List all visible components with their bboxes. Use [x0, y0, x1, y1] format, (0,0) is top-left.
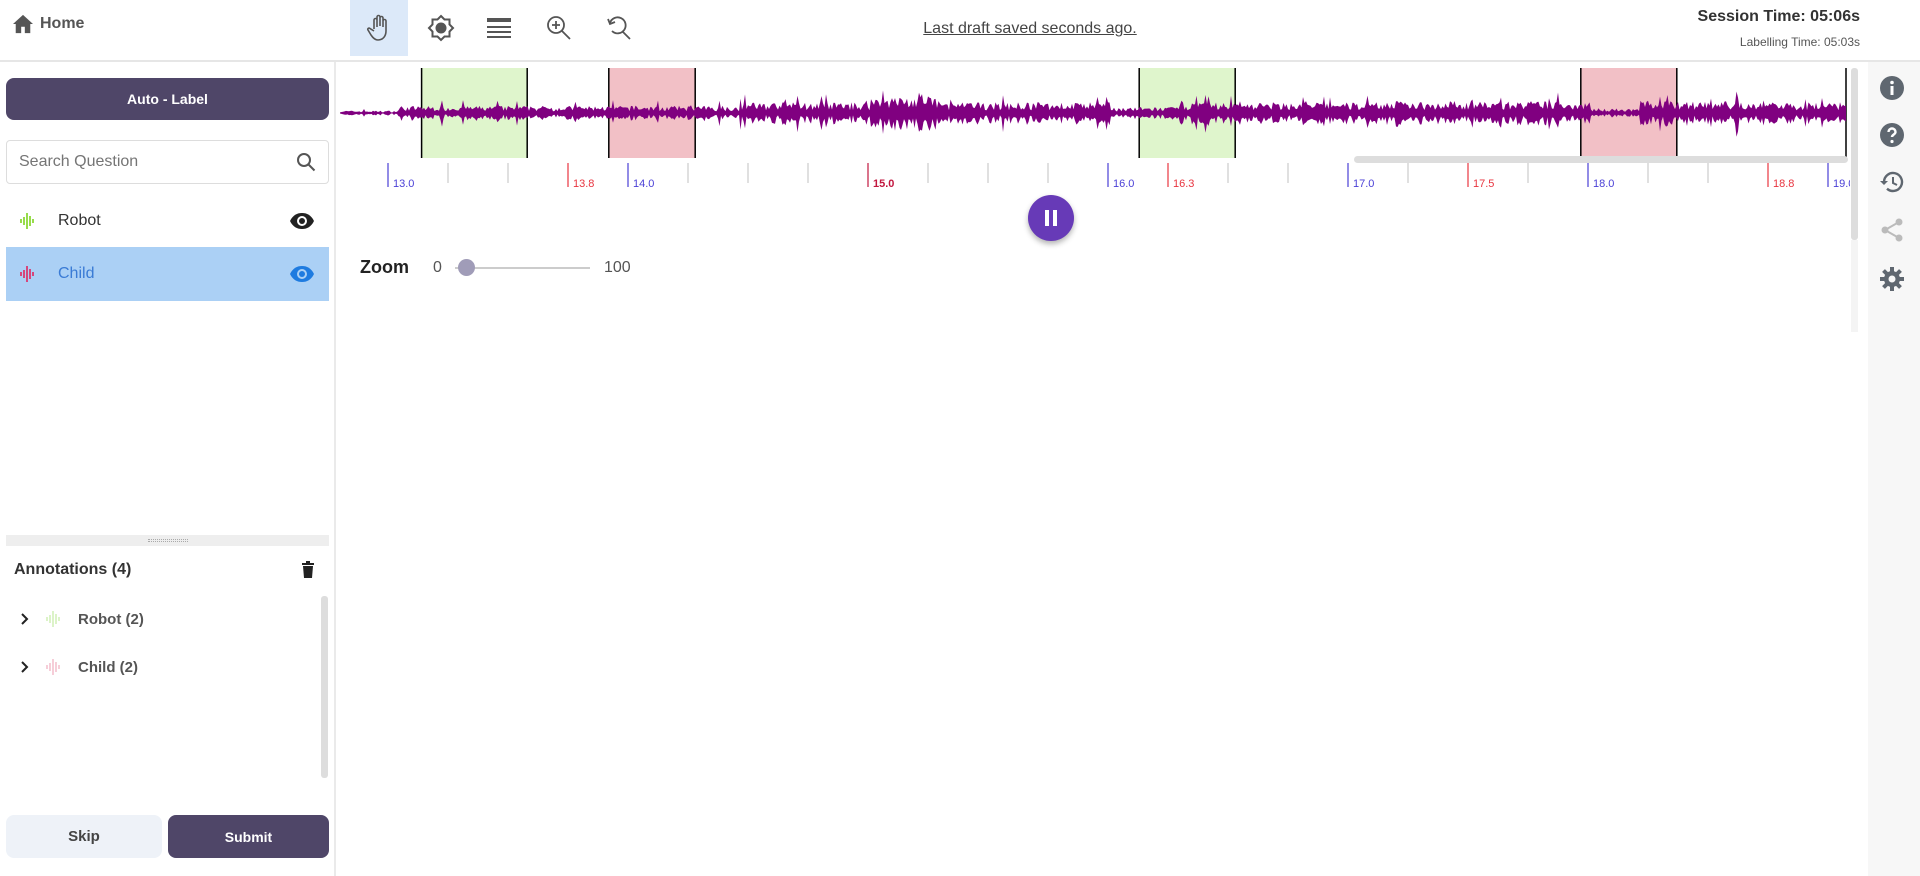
label-name: Robot — [58, 211, 101, 229]
ruler-tick-label: 14.0 — [633, 178, 654, 190]
annotations-scrollbar[interactable] — [321, 596, 328, 778]
ruler-tick-label: 15.0 — [873, 178, 894, 190]
visibility-eye-icon[interactable] — [289, 265, 315, 283]
hand-icon — [367, 14, 387, 41]
brightness-icon — [427, 14, 455, 42]
scrollbar-track — [1851, 240, 1858, 332]
pause-button[interactable] — [1028, 195, 1074, 241]
audio-wave-icon — [46, 611, 60, 627]
menu-lines-icon — [487, 18, 511, 38]
chevron-right-icon[interactable] — [20, 660, 30, 674]
help-icon[interactable] — [1880, 123, 1904, 147]
history-icon[interactable] — [1880, 170, 1904, 194]
rows-button[interactable] — [470, 0, 528, 56]
zoom-in-icon — [547, 16, 571, 40]
ruler-tick-label: 18.0 — [1593, 178, 1614, 190]
annotations-title: Annotations (4) — [14, 561, 132, 578]
home-link[interactable]: Home — [12, 14, 84, 34]
zoom-slider-track[interactable] — [455, 267, 590, 269]
ruler-tick-label: 19.0 — [1833, 178, 1850, 190]
search-box — [6, 140, 329, 184]
grip-icon — [147, 539, 188, 542]
session-time: Session Time: 05:06s — [1697, 8, 1860, 25]
trash-icon[interactable] — [300, 561, 316, 579]
brightness-button[interactable] — [412, 0, 470, 56]
timeline-ruler: 13.0 13.8 14.0 15.0 16.0 16.3 17.0 17.5 18.0 18.8… — [387, 163, 1850, 190]
audio-wave-icon — [20, 212, 34, 229]
search-icon[interactable] — [296, 152, 316, 172]
ruler-tick-label: 17.0 — [1353, 178, 1374, 190]
zoom-reset-button[interactable] — [590, 0, 648, 56]
info-icon[interactable] — [1880, 76, 1904, 100]
annotation-group-label: Robot (2) — [78, 610, 144, 628]
label-item-child[interactable]: Child — [6, 247, 329, 301]
label-name: Child — [58, 265, 95, 282]
waveform-vertical-scrollbar[interactable] — [1851, 68, 1858, 240]
auto-label-button[interactable]: Auto - Label — [6, 78, 329, 120]
visibility-eye-icon[interactable] — [289, 212, 315, 230]
zoom-label: Zoom — [360, 257, 409, 277]
waveform[interactable] — [340, 68, 1848, 158]
home-icon — [13, 14, 33, 34]
annotation-group-robot[interactable]: Robot (2) — [20, 610, 144, 628]
annotation-group-label: Child (2) — [78, 658, 138, 676]
ruler-tick-label: 17.5 — [1473, 178, 1494, 190]
pause-icon — [1045, 210, 1057, 226]
sidebar — [0, 62, 336, 876]
panel-resize-handle[interactable] — [6, 535, 329, 546]
hand-tool-button[interactable] — [350, 0, 408, 56]
chevron-right-icon[interactable] — [20, 612, 30, 626]
zoom-slider-thumb[interactable] — [458, 259, 475, 276]
skip-button[interactable]: Skip — [6, 815, 162, 858]
share-icon[interactable] — [1880, 218, 1904, 242]
ruler-tick-label: 13.8 — [573, 178, 594, 190]
ruler-tick-label: 18.8 — [1773, 178, 1794, 190]
zoom-in-button[interactable] — [530, 0, 588, 56]
submit-button[interactable]: Submit — [168, 815, 329, 858]
annotations-header: Annotations (4) — [14, 561, 316, 579]
ruler-tick-label: 16.0 — [1113, 178, 1134, 190]
zoom-reset-icon — [607, 16, 631, 40]
top-bar: Home Last draft saved seconds ago. Sessi… — [0, 0, 1920, 62]
ruler-tick-label: 16.3 — [1173, 178, 1194, 190]
audio-wave-icon — [46, 659, 60, 675]
home-label: Home — [40, 15, 85, 32]
zoom-max-label: 100 — [604, 259, 631, 276]
audio-wave-icon — [20, 266, 34, 282]
zoom-min-label: 0 — [433, 259, 442, 276]
ruler-tick-label: 13.0 — [393, 178, 414, 190]
draft-status-link[interactable]: Last draft saved seconds ago. — [820, 20, 1240, 38]
annotation-group-child[interactable]: Child (2) — [20, 658, 138, 676]
label-item-robot[interactable]: Robot — [6, 196, 329, 245]
labelling-time: Labelling Time: 05:03s — [1739, 35, 1860, 49]
settings-icon[interactable] — [1880, 267, 1904, 291]
search-input[interactable] — [19, 153, 279, 171]
